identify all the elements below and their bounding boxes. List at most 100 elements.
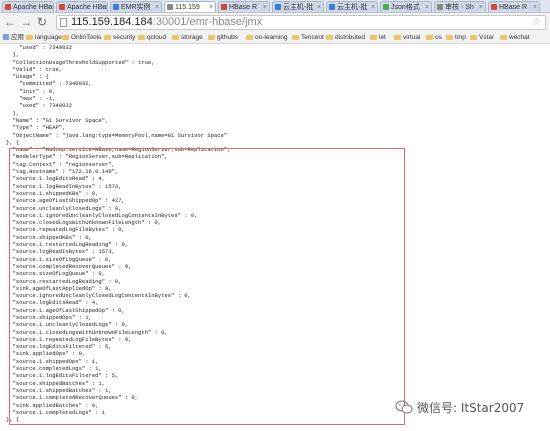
- folder-icon: [394, 34, 401, 40]
- tab-close-icon[interactable]: ×: [263, 2, 267, 12]
- folder-icon: [26, 34, 33, 40]
- tab-favicon-icon: [491, 4, 497, 10]
- bookmark-11[interactable]: virtual: [394, 32, 420, 43]
- folder-icon: [500, 34, 507, 40]
- reload-icon[interactable]: ↻: [37, 15, 47, 29]
- tab-close-icon[interactable]: ×: [371, 2, 375, 12]
- json-line: "source.1.logReadInBytes" : 1573,: [6, 182, 122, 190]
- json-line: "source.1.logEditsFiltered" : 5,: [6, 372, 119, 380]
- bookmark-9[interactable]: distributed: [326, 32, 365, 43]
- json-line: "source.shippedBatches" : 1,: [6, 379, 106, 387]
- bookmark-label: let: [379, 34, 386, 41]
- bookmark-14[interactable]: Vstar: [470, 32, 494, 43]
- folder-icon: [246, 34, 253, 40]
- json-line: "CollectionUsageThresholdSupported" : tr…: [6, 58, 155, 66]
- json-line: "init" : 0,: [6, 87, 56, 95]
- json-line: "modelerType" : "RegionServer,sub=Replic…: [6, 153, 168, 161]
- bookmark-6[interactable]: githubs: [208, 32, 238, 43]
- tab-favicon-icon: [329, 4, 335, 10]
- folder-icon: [292, 34, 299, 40]
- tab-7[interactable]: Json格式 ×: [380, 1, 432, 12]
- tab-label: 云主机-批: [283, 4, 314, 11]
- json-line: "source.logReadInBytes" : 1573,: [6, 248, 115, 256]
- json-line: }, {: [6, 138, 20, 146]
- tab-label: 云主机-批: [337, 4, 368, 11]
- bookmark-5[interactable]: storage: [172, 32, 203, 43]
- tab-2[interactable]: EMR实例 ×: [110, 1, 162, 12]
- back-arrow-icon[interactable]: ←: [4, 15, 16, 29]
- json-line: "source.ageOfLastShippedOp" : 427,: [6, 197, 125, 205]
- bookmark-label: storage: [181, 34, 203, 41]
- json-line: "source.1.logEditsRead" : 4,: [6, 175, 106, 183]
- bookmark-label: qcloud: [147, 34, 167, 41]
- tab-label: EMR实例: [121, 4, 151, 11]
- tab-6[interactable]: 云主机-批 ×: [326, 1, 378, 12]
- folder-icon: [426, 34, 433, 40]
- tab-favicon-icon: [167, 4, 173, 10]
- tab-favicon-icon: [383, 4, 389, 10]
- bookmark-star-icon[interactable]: ☆: [532, 16, 541, 29]
- bookmark-1[interactable]: language: [26, 32, 62, 43]
- json-line: }, {: [6, 416, 20, 424]
- bookmark-10[interactable]: let: [370, 32, 386, 43]
- json-line: },: [6, 109, 20, 117]
- json-line: "committed" : 7340032,: [6, 80, 92, 88]
- bookmark-4[interactable]: qcloud: [138, 32, 166, 43]
- json-line: "source.logEditsRead" : 4,: [6, 299, 99, 307]
- json-line: "max" : -1,: [6, 95, 56, 103]
- bookmark-3[interactable]: security: [104, 32, 135, 43]
- folder-icon: [104, 34, 111, 40]
- tab-9[interactable]: HBase R ×: [488, 1, 540, 12]
- tab-close-icon[interactable]: ×: [155, 2, 159, 12]
- tab-label: HBase R: [229, 4, 258, 11]
- json-line: "source.1.uncleanlyClosedLogs" : 0,: [6, 321, 129, 329]
- json-line: "source.ignoredUncleanlyClosedLogContent…: [6, 292, 191, 300]
- json-line: "source.1.sizeOfLogQueue" : 0,: [6, 255, 112, 263]
- json-line: "Name" : "G1 Survivor Space",: [6, 116, 109, 124]
- json-line: "source.1.ageOfLastShippedOp" : 0,: [6, 306, 125, 314]
- json-line: "source.repeatedLogFileBytes" : 0,: [6, 226, 125, 234]
- bookmark-8[interactable]: Tencent: [292, 32, 324, 43]
- tab-1[interactable]: Apache HBase×: [56, 1, 108, 12]
- bookmark-7[interactable]: on-learning: [246, 32, 288, 43]
- forward-arrow-icon[interactable]: →: [20, 15, 32, 29]
- bookmark-label: 应用: [11, 34, 24, 41]
- bookmark-13[interactable]: tmp: [446, 32, 466, 43]
- json-line: "source.logEditsFiltered" : 5,: [6, 343, 112, 351]
- bookmark-2[interactable]: OnlinTools: [62, 32, 101, 43]
- tab-3[interactable]: 115.159 ×: [164, 1, 216, 12]
- json-line: "ObjectName" : "java.lang:type=MemoryPoo…: [6, 131, 228, 139]
- json-line: "source.1.repeatedLogFileBytes" : 0,: [6, 335, 132, 343]
- tab-favicon-icon: [113, 4, 119, 10]
- tab-label: 115.159: [175, 4, 200, 11]
- tab-close-icon[interactable]: ×: [101, 2, 105, 12]
- tab-4[interactable]: HBase R ×: [218, 1, 270, 12]
- folder-icon: [370, 34, 377, 40]
- json-line: "tag.Hostname" : "172.16.0.149",: [6, 168, 119, 176]
- json-line: "source.shippedOps" : 1,: [6, 313, 92, 321]
- watermark-text: 微信号: ItStar2007: [417, 400, 525, 415]
- tab-close-icon[interactable]: ×: [425, 2, 429, 12]
- tab-label: HBase R: [499, 4, 528, 11]
- json-line: "tag.Context" : "regionserver",: [6, 160, 115, 168]
- bookmark-label: security: [113, 34, 136, 41]
- bookmark-0[interactable]: 应用: [3, 32, 24, 43]
- bookmark-label: os: [435, 34, 442, 41]
- tab-close-icon[interactable]: ×: [209, 2, 213, 12]
- tab-close-icon[interactable]: ×: [479, 2, 483, 12]
- tab-5[interactable]: 云主机-批 ×: [272, 1, 324, 12]
- json-line: "sink.appliedOps" : 0,: [6, 350, 86, 358]
- tab-favicon-icon: [5, 4, 11, 10]
- tab-close-icon[interactable]: ×: [317, 2, 321, 12]
- bookmark-12[interactable]: os: [426, 32, 442, 43]
- tab-close-icon[interactable]: ×: [47, 2, 51, 12]
- tab-8[interactable]: 审核 - Sh ×: [434, 1, 486, 12]
- json-line: "source.closedLogsWithUnknownFileLength"…: [6, 219, 162, 227]
- tab-close-icon[interactable]: ×: [533, 2, 537, 12]
- tab-0[interactable]: Apache HBase×: [2, 1, 54, 12]
- json-line: "source.sizeOfLogQueue" : 0,: [6, 270, 106, 278]
- bookmark-15[interactable]: wechat: [500, 32, 530, 43]
- folder-icon: [172, 34, 179, 40]
- address-bar[interactable]: 115.159.184.184:30001/emr-hbase/jmx ☆: [56, 15, 546, 30]
- wechat-watermark: 微信号: ItStar2007: [395, 398, 524, 416]
